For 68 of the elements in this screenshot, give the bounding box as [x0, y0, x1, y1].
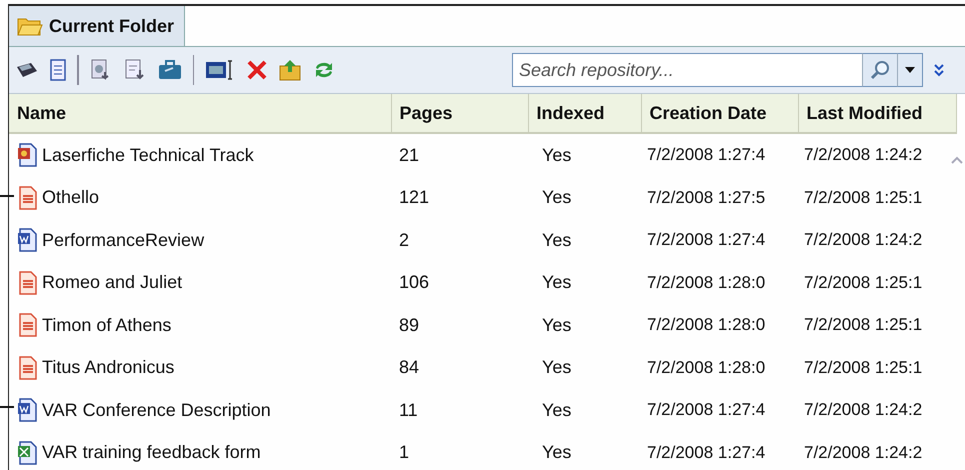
up-folder-icon[interactable]: [278, 58, 302, 82]
delete-icon[interactable]: [246, 59, 268, 81]
text-document-icon: [17, 354, 39, 381]
table-cell-text: 121: [398, 186, 430, 210]
text-document-icon: [17, 270, 39, 296]
table-cell-text: 7/2/2008 1:28:0: [646, 356, 766, 379]
table-cell-text: Yes: [541, 441, 572, 464]
file-name[interactable]: Othello: [42, 187, 100, 208]
text-document-icon: [17, 184, 39, 211]
table-cell-text: 7/2/2008 1:27:4: [646, 442, 766, 464]
column-header[interactable]: Name: [9, 94, 391, 133]
text-document-icon: [17, 312, 39, 338]
table-cell-text: 7/2/2008 1:25:1: [803, 314, 924, 336]
table-cell-text: 84: [398, 356, 420, 380]
image-document-icon: [17, 142, 39, 168]
table-cell: 21: [391, 133, 528, 176]
table-cell-text: 106: [398, 271, 430, 294]
column-header[interactable]: Last Modified: [798, 94, 956, 133]
table-cell-text: 7/2/2008 1:24:2: [803, 399, 924, 422]
table-cell-text: 7/2/2008 1:27:4: [646, 229, 766, 252]
table-cell-text: Yes: [541, 356, 572, 380]
file-name[interactable]: Timon of Athens: [42, 314, 172, 336]
word-document-icon: [17, 227, 39, 254]
file-name[interactable]: Titus Andronicus: [42, 357, 174, 378]
word-document-icon: [17, 397, 39, 424]
file-name[interactable]: VAR training feedback form: [42, 442, 261, 464]
file-name[interactable]: VAR Conference Description: [42, 400, 271, 421]
table-cell-text: 7/2/2008 1:28:0: [646, 314, 766, 336]
table-cell-text: Yes: [541, 398, 572, 422]
column-header[interactable]: Pages: [391, 94, 528, 133]
file-name[interactable]: PerformanceReview: [42, 230, 204, 251]
file-name[interactable]: Laserfiche Technical Track: [42, 144, 254, 166]
table-cell-text: 7/2/2008 1:24:2: [803, 442, 924, 464]
table-cell-text: 7/2/2008 1:27:5: [646, 186, 766, 209]
table-cell-text: Yes: [541, 314, 572, 337]
document-icon[interactable]: [49, 58, 67, 82]
search-button[interactable]: [862, 53, 897, 87]
table-cell-text: 2: [398, 228, 410, 252]
table-cell-text: 7/2/2008 1:25:1: [803, 356, 924, 379]
table-cell-text: 7/2/2008 1:24:2: [803, 229, 924, 252]
table-cell: Yes: [528, 133, 641, 176]
export-document-icon[interactable]: [122, 58, 146, 82]
dropdown-button[interactable]: [897, 53, 923, 87]
table-cell-text: 1: [398, 441, 410, 464]
table-cell-text: 7/2/2008 1:28:0: [646, 272, 766, 294]
briefcase-icon[interactable]: [156, 59, 182, 81]
column-header[interactable]: Creation Date: [641, 94, 798, 133]
file-name[interactable]: Romeo and Juliet: [42, 272, 182, 294]
table-cell-text: Yes: [541, 186, 572, 210]
search-icon: [869, 59, 891, 81]
table-cell-text: 7/2/2008 1:27:4: [646, 399, 766, 422]
table-cell: 7/2/2008 1:27:4: [641, 133, 798, 176]
search-field[interactable]: Search repository...: [512, 53, 862, 87]
folder-tab[interactable]: Current Folder: [9, 6, 186, 46]
table-cell-text: 7/2/2008 1:25:1: [803, 186, 924, 209]
spreadsheet-icon: [17, 440, 39, 466]
table-cell-text: 7/2/2008 1:25:1: [803, 272, 924, 294]
leader-line: [0, 406, 14, 408]
tab-title: Current Folder: [49, 16, 174, 36]
leader-line: [0, 195, 14, 196]
table-cell-text: 89: [398, 314, 420, 337]
table-cell-text: Yes: [541, 271, 572, 294]
column-header[interactable]: Indexed: [528, 94, 641, 133]
double-chevron-icon[interactable]: [933, 62, 945, 78]
table-cell: 7/2/2008 1:24:2: [798, 133, 956, 176]
caret-icon: [904, 66, 916, 74]
table-cell-text: 11: [398, 398, 419, 422]
table-cell-text: Yes: [541, 228, 572, 252]
